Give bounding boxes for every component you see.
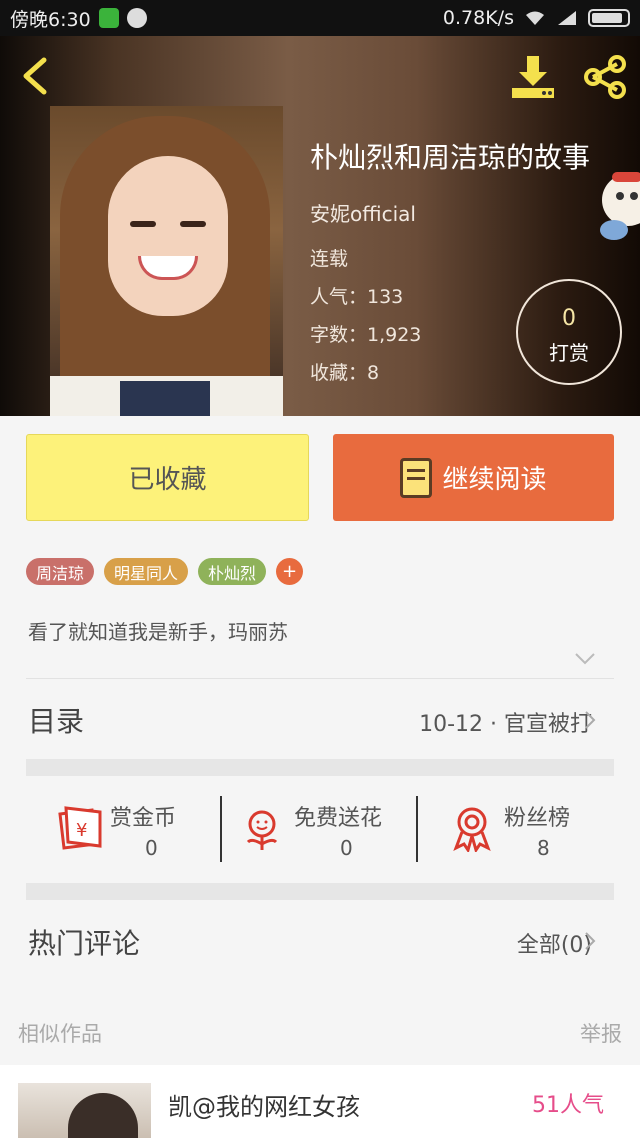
section-divider [26, 759, 614, 776]
similar-work-popularity: 51人气 [532, 1093, 604, 1118]
vertical-divider [416, 796, 418, 862]
vertical-divider [220, 796, 222, 862]
coin-envelope-icon: ¥ [58, 806, 102, 850]
tip-count: 0 [562, 306, 576, 331]
qq-icon [126, 8, 147, 28]
free-flower-value: 0 [340, 836, 353, 860]
toc-label[interactable]: 目录 [28, 700, 84, 740]
book-author[interactable]: 安妮official [310, 198, 416, 227]
mascot-icon [600, 172, 640, 240]
ribbon-badge-icon [453, 807, 491, 852]
back-arrow-icon[interactable] [14, 54, 54, 98]
add-tag-button[interactable]: + [276, 558, 304, 585]
similar-work-item[interactable]: 凯@我的网红女孩 51人气 [0, 1065, 640, 1138]
flower-icon [246, 810, 278, 850]
section-divider [26, 883, 614, 900]
divider [26, 678, 614, 679]
network-speed: 0.78K/s [442, 7, 514, 29]
similar-work-thumbnail[interactable] [18, 1083, 151, 1138]
hot-comments-label: 热门评论 [28, 927, 141, 960]
similar-work-title[interactable]: 凯@我的网红女孩 [168, 1087, 360, 1122]
tag-list: 周洁琼 明星同人 朴灿烈 + [26, 558, 304, 585]
chevron-down-icon[interactable] [574, 652, 596, 666]
fan-ranking-label: 粉丝榜 [504, 806, 571, 831]
book-word-count: 字数：1,923 [310, 324, 422, 346]
free-flower-stat[interactable]: 免费送花 0 [242, 796, 412, 862]
tip-button[interactable]: 0 打赏 [516, 279, 622, 385]
status-time: 傍晚6:30 [10, 8, 91, 31]
collected-button[interactable]: 已收藏 [26, 434, 309, 521]
book-status: 连载 [310, 248, 349, 270]
wechat-icon [98, 8, 119, 28]
book-cover-image[interactable] [50, 106, 283, 416]
book-title: 朴灿烈和周洁琼的故事 [310, 141, 591, 174]
book-icon [400, 457, 433, 498]
tip-label: 打赏 [549, 341, 589, 365]
coin-reward-label: 赏金币 [110, 806, 177, 831]
book-description: 看了就知道我是新手，玛丽苏 [28, 620, 288, 644]
tag-item[interactable]: 明星同人 [104, 558, 189, 585]
similar-works-label: 相似作品 [18, 1022, 102, 1046]
coin-reward-stat[interactable]: ¥ 赏金币 0 [56, 796, 206, 862]
book-popularity: 人气：133 [310, 286, 404, 308]
continue-reading-label: 继续阅读 [442, 465, 547, 495]
coin-reward-value: 0 [145, 836, 158, 860]
battery-icon [588, 9, 630, 27]
share-icon[interactable] [580, 52, 630, 102]
all-comments-link[interactable]: 全部(0) [517, 927, 592, 959]
status-bar: 傍晚6:30 0.78K/s [0, 0, 640, 36]
toc-latest-chapter[interactable]: 10-12 · 官宣被打 [419, 706, 592, 738]
chevron-right-icon[interactable] [584, 710, 596, 730]
fan-ranking-stat[interactable]: 粉丝榜 8 [450, 796, 600, 862]
tag-item[interactable]: 周洁琼 [26, 558, 95, 585]
wifi-icon [526, 11, 544, 25]
tag-item[interactable]: 朴灿烈 [198, 558, 267, 585]
svg-text:¥: ¥ [76, 820, 87, 841]
chevron-right-icon[interactable] [584, 931, 596, 951]
report-link[interactable]: 举报 [580, 1018, 622, 1048]
signal-icon [558, 11, 576, 25]
free-flower-label: 免费送花 [294, 806, 383, 831]
book-header: 朴灿烈和周洁琼的故事 安妮official 连载 人气：133 字数：1,923… [0, 36, 640, 416]
book-favorites: 收藏：8 [310, 362, 380, 384]
download-icon[interactable] [508, 52, 558, 102]
continue-reading-button[interactable]: 继续阅读 [333, 434, 614, 521]
fan-ranking-value: 8 [537, 836, 550, 860]
